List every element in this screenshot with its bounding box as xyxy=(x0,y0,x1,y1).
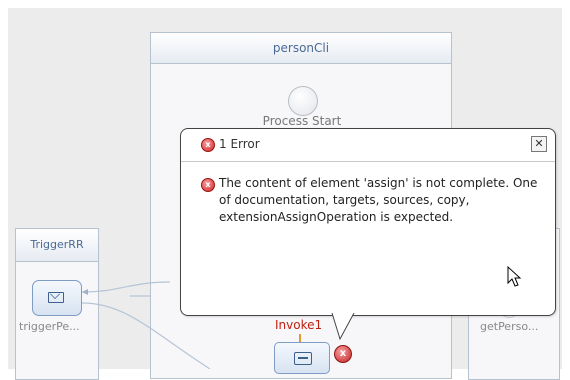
process-start-icon[interactable] xyxy=(288,86,318,116)
error-popup-title: 1 Error xyxy=(219,137,260,151)
flow-arrow xyxy=(299,334,301,342)
invoke-label: Invoke1 xyxy=(275,318,323,332)
error-popup: x 1 Error ✕ x The content of element 'as… xyxy=(180,128,556,316)
close-button[interactable]: ✕ xyxy=(531,136,547,152)
trigger-node-label: triggerPe... xyxy=(19,320,80,333)
error-message: The content of element 'assign' is not c… xyxy=(219,176,538,224)
popup-pointer xyxy=(331,313,355,341)
error-popup-header: x 1 Error ✕ xyxy=(181,129,555,162)
invoke-icon xyxy=(294,352,312,365)
envelope-icon xyxy=(48,292,64,303)
process-start-label: Process Start xyxy=(262,114,342,128)
trigger-receive-node[interactable] xyxy=(32,280,82,316)
get-person-label: getPerso... xyxy=(480,320,539,333)
error-marker-icon[interactable]: x xyxy=(334,345,352,363)
invoke-node[interactable] xyxy=(274,342,330,374)
error-icon: x xyxy=(201,178,215,192)
error-icon: x xyxy=(201,138,215,152)
mouse-cursor-icon xyxy=(507,266,522,287)
